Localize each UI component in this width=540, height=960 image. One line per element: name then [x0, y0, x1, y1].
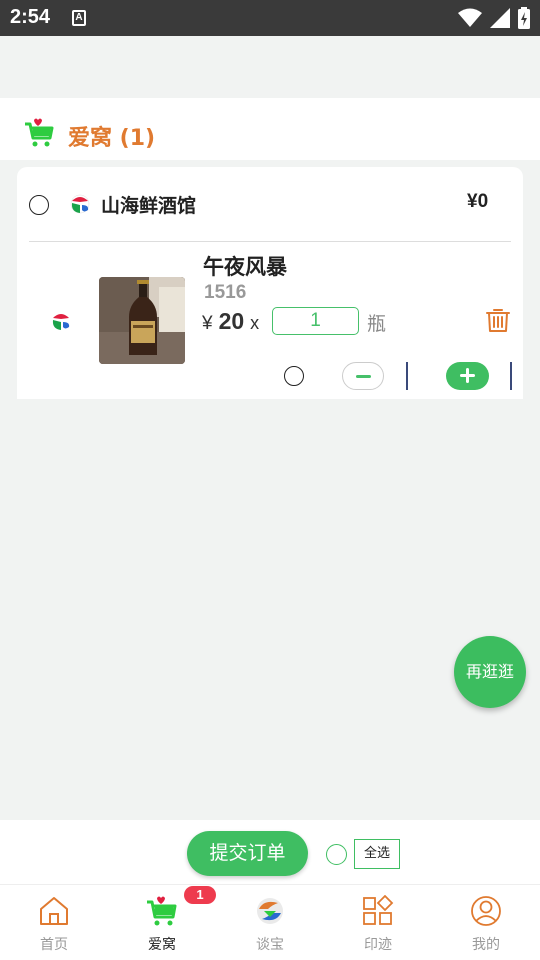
item-select-radio[interactable] — [284, 366, 304, 386]
signal-icon — [490, 8, 510, 28]
status-icons — [458, 6, 530, 30]
product-image[interactable] — [99, 277, 185, 364]
bottom-tab-bar: 首页 爱窝 1 谈宝 印迹 我的 — [0, 884, 540, 960]
tab-label: 我的 — [472, 937, 500, 953]
status-bar: 2:54 A — [0, 0, 540, 36]
page-title: 爱窝 (1) — [68, 126, 156, 151]
tab-label: 爱窝 — [148, 937, 176, 953]
product-price: ¥ 20 x — [202, 308, 259, 335]
notification-icon: A — [72, 10, 86, 26]
battery-charging-icon — [518, 7, 530, 29]
submit-bar: 提交订单 全选 — [0, 820, 540, 884]
submit-order-button[interactable]: 提交订单 — [187, 831, 308, 876]
grid-icon — [363, 895, 394, 925]
wifi-icon — [458, 8, 482, 27]
shop-name[interactable]: 山海鲜酒馆 — [101, 191, 196, 218]
tab-profile[interactable]: 我的 — [432, 885, 540, 960]
shop-select-radio[interactable] — [29, 195, 49, 215]
price-amount: 20 — [218, 308, 245, 334]
profile-icon — [471, 896, 501, 926]
cart-icon — [25, 118, 54, 147]
select-all-radio[interactable] — [326, 844, 347, 865]
divider — [29, 241, 511, 242]
decrease-quantity-button[interactable] — [342, 362, 384, 390]
product-name[interactable]: 午夜风暴 — [203, 251, 287, 281]
increase-quantity-button[interactable] — [446, 362, 489, 390]
continue-shopping-button[interactable]: 再逛逛 — [454, 636, 526, 708]
home-icon — [40, 897, 68, 925]
talk-logo-icon — [257, 898, 283, 924]
tab-home[interactable]: 首页 — [0, 885, 108, 960]
shop-logo-icon — [70, 194, 90, 214]
tab-label: 首页 — [40, 937, 68, 953]
item-shop-logo-icon — [52, 312, 70, 330]
trash-icon[interactable] — [485, 307, 511, 333]
quantity-input[interactable]: 1 — [272, 307, 359, 335]
shop-total: ¥0 — [467, 191, 489, 212]
tab-label: 印迹 — [364, 937, 392, 953]
cart-count-badge: 1 — [184, 886, 216, 904]
tab-traces[interactable]: 印迹 — [324, 885, 432, 960]
quantity-unit: 瓶 — [367, 313, 387, 335]
page-header: 爱窝 (1) — [0, 98, 540, 160]
cart-icon — [147, 896, 177, 926]
status-time: 2:54 — [10, 6, 51, 28]
price-currency: ¥ — [202, 313, 213, 334]
product-code: 1516 — [204, 282, 247, 303]
separator-line — [510, 362, 512, 390]
separator-line — [406, 362, 408, 390]
select-all-button[interactable]: 全选 — [354, 839, 400, 869]
shop-card: 山海鲜酒馆 ¥0 午夜风暴 1516 ¥ 20 x 1 瓶 — [17, 167, 523, 399]
tab-label: 谈宝 — [256, 937, 284, 953]
tab-talk[interactable]: 谈宝 — [216, 885, 324, 960]
price-times: x — [250, 313, 260, 333]
